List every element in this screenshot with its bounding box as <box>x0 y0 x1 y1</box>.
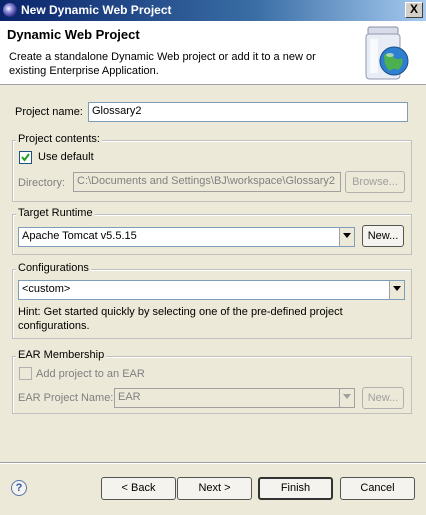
footer-separator <box>0 462 426 464</box>
configurations-dropdown[interactable]: <custom> <box>18 280 405 300</box>
help-icon[interactable]: ? <box>11 480 27 496</box>
wizard-header: Dynamic Web Project Create a standalone … <box>0 21 426 85</box>
chevron-down-icon[interactable] <box>389 281 404 299</box>
cancel-button[interactable]: Cancel <box>340 477 415 500</box>
configurations-value: <custom> <box>22 283 71 295</box>
directory-input[interactable]: C:\Documents and Settings\BJ\workspace\G… <box>73 172 341 192</box>
use-default-checkbox[interactable] <box>19 151 32 164</box>
target-runtime-dropdown[interactable]: Apache Tomcat v5.5.15 <box>18 227 355 247</box>
finish-button[interactable]: Finish <box>258 477 333 500</box>
wizard-title: Dynamic Web Project <box>7 27 140 42</box>
ear-project-name-dropdown[interactable]: EAR <box>114 388 355 408</box>
window-title: New Dynamic Web Project <box>21 3 172 17</box>
new-runtime-button[interactable]: New... <box>362 225 404 247</box>
web-project-jar-icon <box>365 26 409 80</box>
title-bar: New Dynamic Web Project X <box>0 0 426 21</box>
configurations-hint: Hint: Get started quickly by selecting o… <box>18 306 343 332</box>
target-runtime-value: Apache Tomcat v5.5.15 <box>22 230 137 242</box>
chevron-down-icon[interactable] <box>339 228 354 246</box>
back-button[interactable]: < Back <box>101 477 176 500</box>
use-default-label: Use default <box>38 151 94 163</box>
eclipse-icon <box>3 3 17 17</box>
configurations-label: Configurations <box>16 262 91 274</box>
target-runtime-label: Target Runtime <box>16 207 95 219</box>
project-contents-label: Project contents: <box>16 133 102 145</box>
project-name-input[interactable]: Glossary2 <box>88 102 408 122</box>
project-name-label: Project name: <box>15 106 83 118</box>
chevron-down-icon[interactable] <box>339 389 354 407</box>
add-to-ear-label: Add project to an EAR <box>36 368 145 380</box>
ear-project-name-value: EAR <box>118 391 141 403</box>
add-to-ear-checkbox[interactable] <box>19 367 32 380</box>
new-ear-button[interactable]: New... <box>362 387 404 409</box>
wizard-description: Create a standalone Dynamic Web project … <box>9 51 316 77</box>
checkmark-icon <box>21 153 30 162</box>
ear-project-name-label: EAR Project Name: <box>18 392 114 404</box>
browse-button[interactable]: Browse... <box>345 171 405 193</box>
close-button[interactable]: X <box>405 2 423 18</box>
ear-membership-label: EAR Membership <box>16 349 107 361</box>
next-button[interactable]: Next > <box>177 477 252 500</box>
directory-label: Directory: <box>18 177 66 189</box>
